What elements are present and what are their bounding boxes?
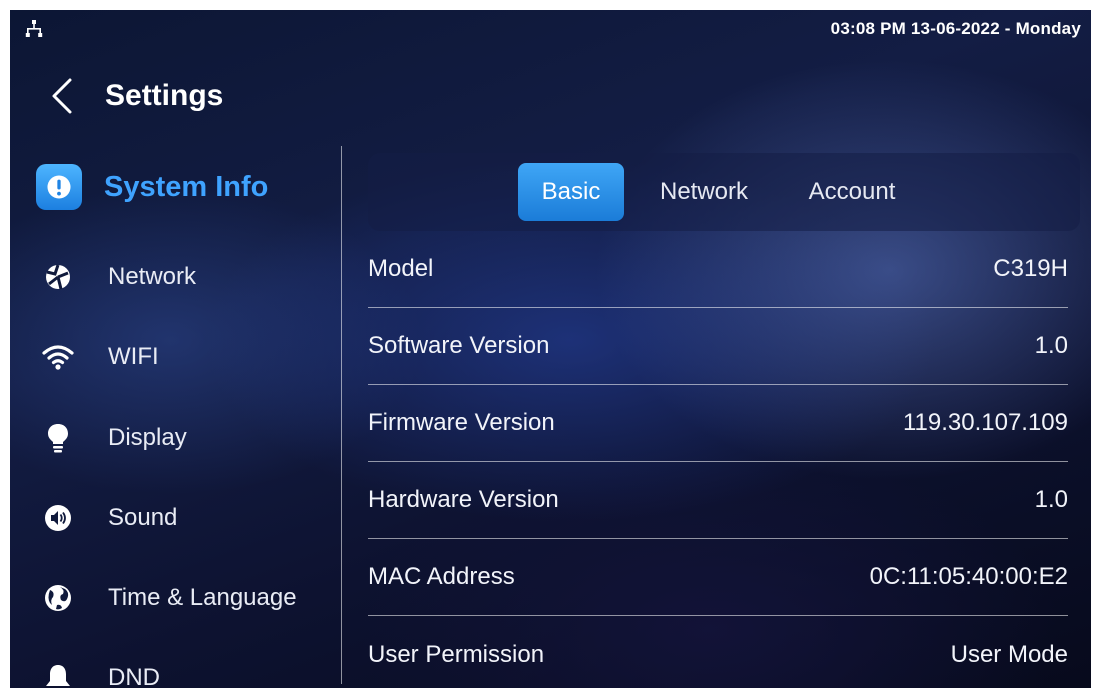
sidebar-item-label: Network [108,263,197,290]
sidebar-item-sound[interactable]: Sound [38,491,338,545]
network-globe-icon [38,257,78,297]
tab-basic[interactable]: Basic [518,163,624,221]
info-row-hardware-version: Hardware Version 1.0 [368,462,1068,539]
sidebar-item-dnd[interactable]: DND [38,651,338,688]
lightbulb-icon [38,418,78,458]
info-row-software-version: Software Version 1.0 [368,308,1068,385]
status-bar: 03:08 PM 13-06-2022 - Monday [10,10,1091,50]
network-status-icon [25,20,43,37]
info-label: Hardware Version [368,486,559,513]
info-label: MAC Address [368,563,515,590]
info-label: Model [368,255,434,282]
status-datetime: 03:08 PM 13-06-2022 - Monday [830,19,1081,38]
info-value: 1.0 [1034,486,1068,513]
settings-screen: 03:08 PM 13-06-2022 - Monday Settings Sy… [10,10,1091,688]
bell-icon [38,658,78,688]
sidebar-item-label: System Info [104,170,269,203]
sidebar-item-time-language[interactable]: Time & Language [38,571,338,625]
sidebar-item-display[interactable]: Display [38,411,338,465]
speaker-icon [38,498,78,538]
sidebar: System Info Network WIFI Display Sound T… [10,150,342,688]
sidebar-item-wifi[interactable]: WIFI [38,330,338,384]
sidebar-item-network[interactable]: Network [38,250,338,304]
globe-icon [38,578,78,618]
info-label: Software Version [368,332,550,359]
info-row-model: Model C319H [368,231,1068,308]
info-value: 1.0 [1034,332,1068,359]
info-row-mac-address: MAC Address 0C:11:05:40:00:E2 [368,539,1068,616]
sidebar-item-label: Display [108,424,187,451]
info-value: 119.30.107.109 [902,409,1068,436]
page-title: Settings [105,79,224,112]
sidebar-item-system-info[interactable]: System Info [36,160,338,214]
info-value: User Mode [950,640,1068,668]
sidebar-item-label: Sound [108,504,178,531]
sidebar-divider [341,146,342,684]
tab-network[interactable]: Network [646,163,762,221]
tab-account[interactable]: Account [796,163,908,221]
info-icon [36,164,82,210]
sidebar-item-label: Time & Language [108,584,297,611]
tab-bar: Basic Network Account [368,153,1080,231]
info-row-user-permission: User Permission User Mode [368,616,1068,688]
back-button[interactable] [44,76,84,116]
info-label: Firmware Version [368,409,555,436]
wifi-icon [38,337,78,377]
info-label: User Permission [368,640,545,668]
sidebar-item-label: DND [108,664,160,688]
info-row-firmware-version: Firmware Version 119.30.107.109 [368,385,1068,462]
info-value: 0C:11:05:40:00:E2 [869,563,1068,590]
info-value: C319H [993,255,1068,282]
sidebar-item-label: WIFI [108,343,159,370]
